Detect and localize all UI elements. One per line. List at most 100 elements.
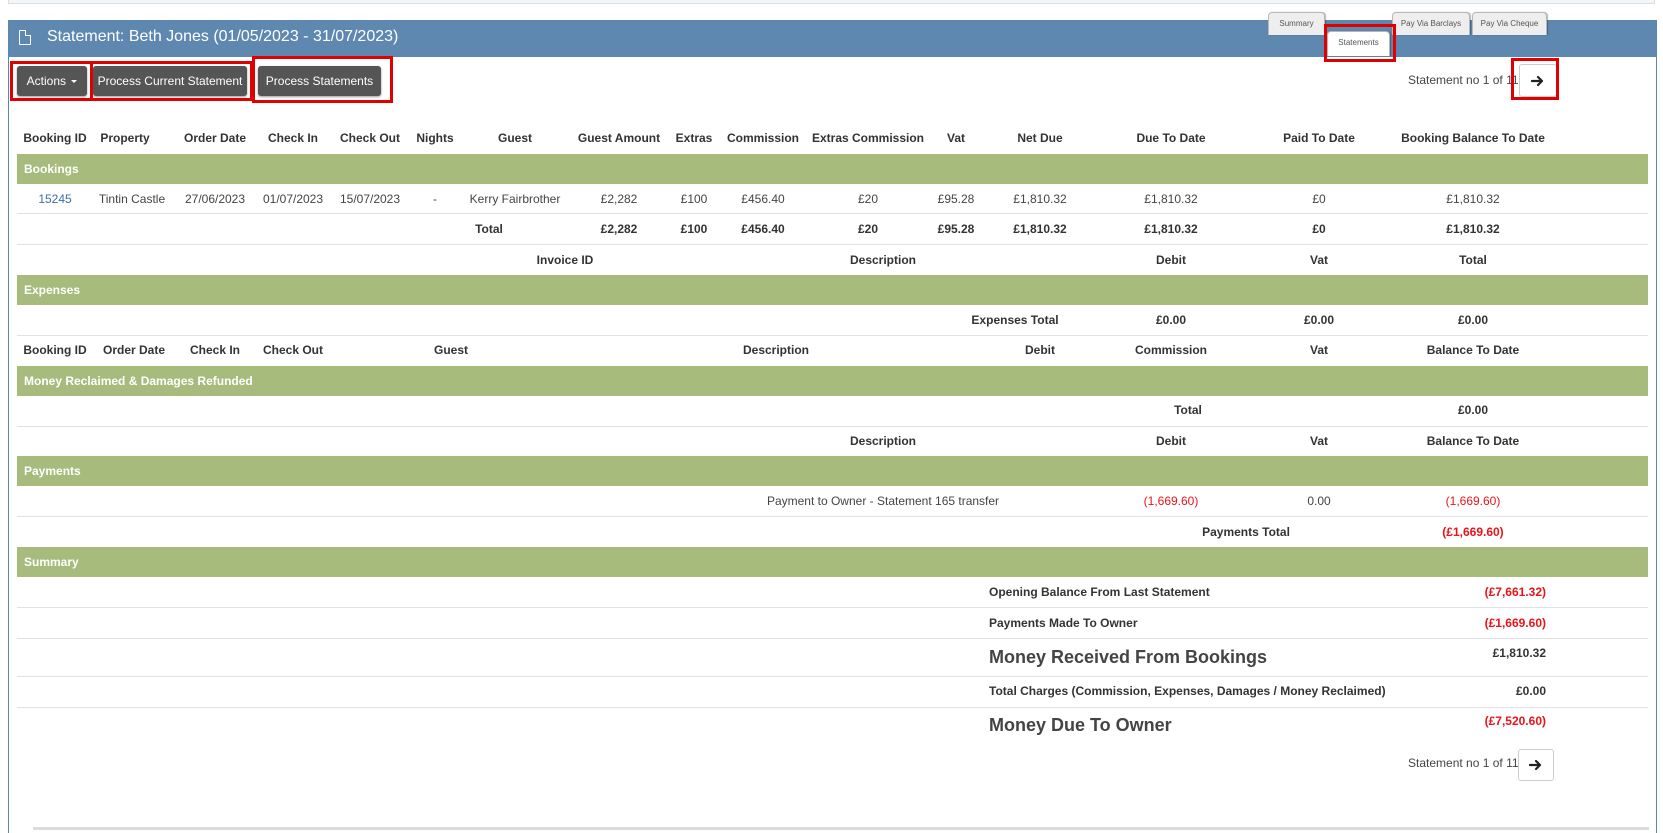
col-booking-id: Booking ID [23,131,87,145]
booking-id-link[interactable]: 15245 [38,192,71,206]
col-payment-description: Description [849,434,917,448]
booking-extras-commission: £20 [857,192,879,206]
panel-title: Statement: Beth Jones (01/05/2023 - 31/0… [47,28,399,45]
process-current-statement-button[interactable]: Process Current Statement [93,66,247,96]
col-invoice-id: Invoice ID [536,253,594,267]
arrow-right-icon [1531,75,1544,86]
col-net-due: Net Due [1017,131,1063,145]
col-reclaim-debit: Debit [1025,343,1055,357]
section-expenses: Expenses [17,275,1648,305]
summary-opening-value: (£7,661.32) [1484,585,1546,599]
summary-opening-label: Opening Balance From Last Statement [989,585,1210,599]
booking-extras: £100 [680,192,708,206]
booking-check-out: 15/07/2023 [339,192,401,206]
total-net-due: £1,810.32 [1013,222,1067,236]
booking-check-in: 01/07/2023 [262,192,324,206]
statement-number-top: Statement no 1 of 11 [1408,73,1519,87]
tab-statements[interactable]: Statements [1327,31,1390,56]
actions-button[interactable]: Actions [17,66,87,96]
row-divider [17,676,1648,677]
col-reclaim-check-out: Check Out [262,343,324,357]
summary-charges-label: Total Charges (Commission, Expenses, Dam… [989,684,1386,698]
total-extras: £100 [680,222,708,236]
summary-due-value: (£7,520.60) [1484,714,1546,728]
next-statement-button-top[interactable] [1519,64,1557,97]
col-guest-amount: Guest Amount [577,131,661,145]
total-guest-amount: £2,282 [600,222,638,236]
summary-charges-value: £0.00 [1515,684,1546,698]
summary-due-label: Money Due To Owner [989,715,1172,735]
payment-vat: 0.00 [1307,494,1331,508]
tab-summary[interactable]: Summary [1268,12,1325,35]
section-bookings: Bookings [17,154,1648,184]
caret-down-icon [71,80,78,84]
reclaimed-total-value: £0.00 [1457,403,1489,417]
col-property: Property [100,131,150,145]
booking-paid-to-date: £0 [1312,192,1326,206]
payments-total-label: Payments Total [1202,525,1290,539]
total-paid-to-date: £0 [1312,222,1326,236]
tab-pay-via-cheque[interactable]: Pay Via Cheque [1472,12,1547,35]
bookings-total-label: Total [475,222,503,236]
process-statements-button[interactable]: Process Statements [258,66,381,96]
expenses-total-debit: £0.00 [1155,313,1187,327]
col-expense-total: Total [1459,253,1487,267]
col-extras-commission: Extras Commission [811,131,925,145]
col-expense-debit: Debit [1156,253,1186,267]
booking-commission: £456.40 [741,192,785,206]
tab-pay-via-barclays[interactable]: Pay Via Barclays [1392,12,1470,35]
col-expense-vat: Vat [1309,253,1329,267]
col-commission: Commission [726,131,800,145]
row-divider [17,607,1648,608]
col-due-to-date: Due To Date [1136,131,1206,145]
reclaimed-total-label: Total [1174,403,1202,417]
booking-nights: - [433,192,437,206]
col-reclaim-balance: Balance To Date [1426,343,1520,357]
expenses-total-vat: £0.00 [1303,313,1335,327]
booking-vat: £95.28 [937,192,975,206]
document-icon [19,30,31,45]
summary-payments-label: Payments Made To Owner [989,616,1138,630]
row-divider [17,426,1648,427]
col-booking-balance: Booking Balance To Date [1401,131,1545,145]
col-reclaim-vat: Vat [1309,343,1329,357]
row-divider [17,638,1648,639]
col-reclaim-guest: Guest [433,343,469,357]
payment-balance: (1,669.60) [1445,494,1501,508]
booking-guest-amount: £2,282 [600,192,638,206]
col-extras: Extras [675,131,713,145]
actions-label: Actions [26,74,66,88]
col-check-out: Check Out [339,131,401,145]
col-payment-balance: Balance To Date [1426,434,1520,448]
col-reclaim-order-date: Order Date [102,343,166,357]
col-order-date: Order Date [183,131,247,145]
col-vat: Vat [946,131,966,145]
booking-property: Tintin Castle [98,192,166,206]
col-guest: Guest [497,131,533,145]
total-extras-commission: £20 [857,222,879,236]
booking-balance: £1,810.32 [1446,192,1500,206]
summary-received-value: £1,810.32 [1492,646,1546,660]
row-divider [17,516,1648,517]
total-commission: £456.40 [741,222,785,236]
col-expense-description: Description [849,253,917,267]
booking-order-date: 27/06/2023 [184,192,246,206]
section-payments: Payments [17,456,1648,486]
col-reclaim-commission: Commission [1134,343,1208,357]
payments-total-value: (£1,669.60) [1442,525,1504,539]
summary-payments-value: (£1,669.60) [1484,616,1546,630]
section-money-reclaimed: Money Reclaimed & Damages Refunded [17,366,1648,396]
col-payment-debit: Debit [1156,434,1186,448]
total-vat: £95.28 [937,222,975,236]
payment-description: Payment to Owner - Statement 165 transfe… [766,494,1000,508]
row-divider [17,707,1648,708]
next-statement-button-bottom[interactable] [1518,749,1554,781]
expenses-total-label: Expenses Total [971,313,1059,327]
col-reclaim-description: Description [742,343,810,357]
col-reclaim-check-in: Check In [189,343,241,357]
booking-net-due: £1,810.32 [1013,192,1067,206]
total-balance: £1,810.32 [1446,222,1500,236]
row-divider [17,244,1648,245]
top-strip [8,0,1655,4]
col-check-in: Check In [267,131,319,145]
